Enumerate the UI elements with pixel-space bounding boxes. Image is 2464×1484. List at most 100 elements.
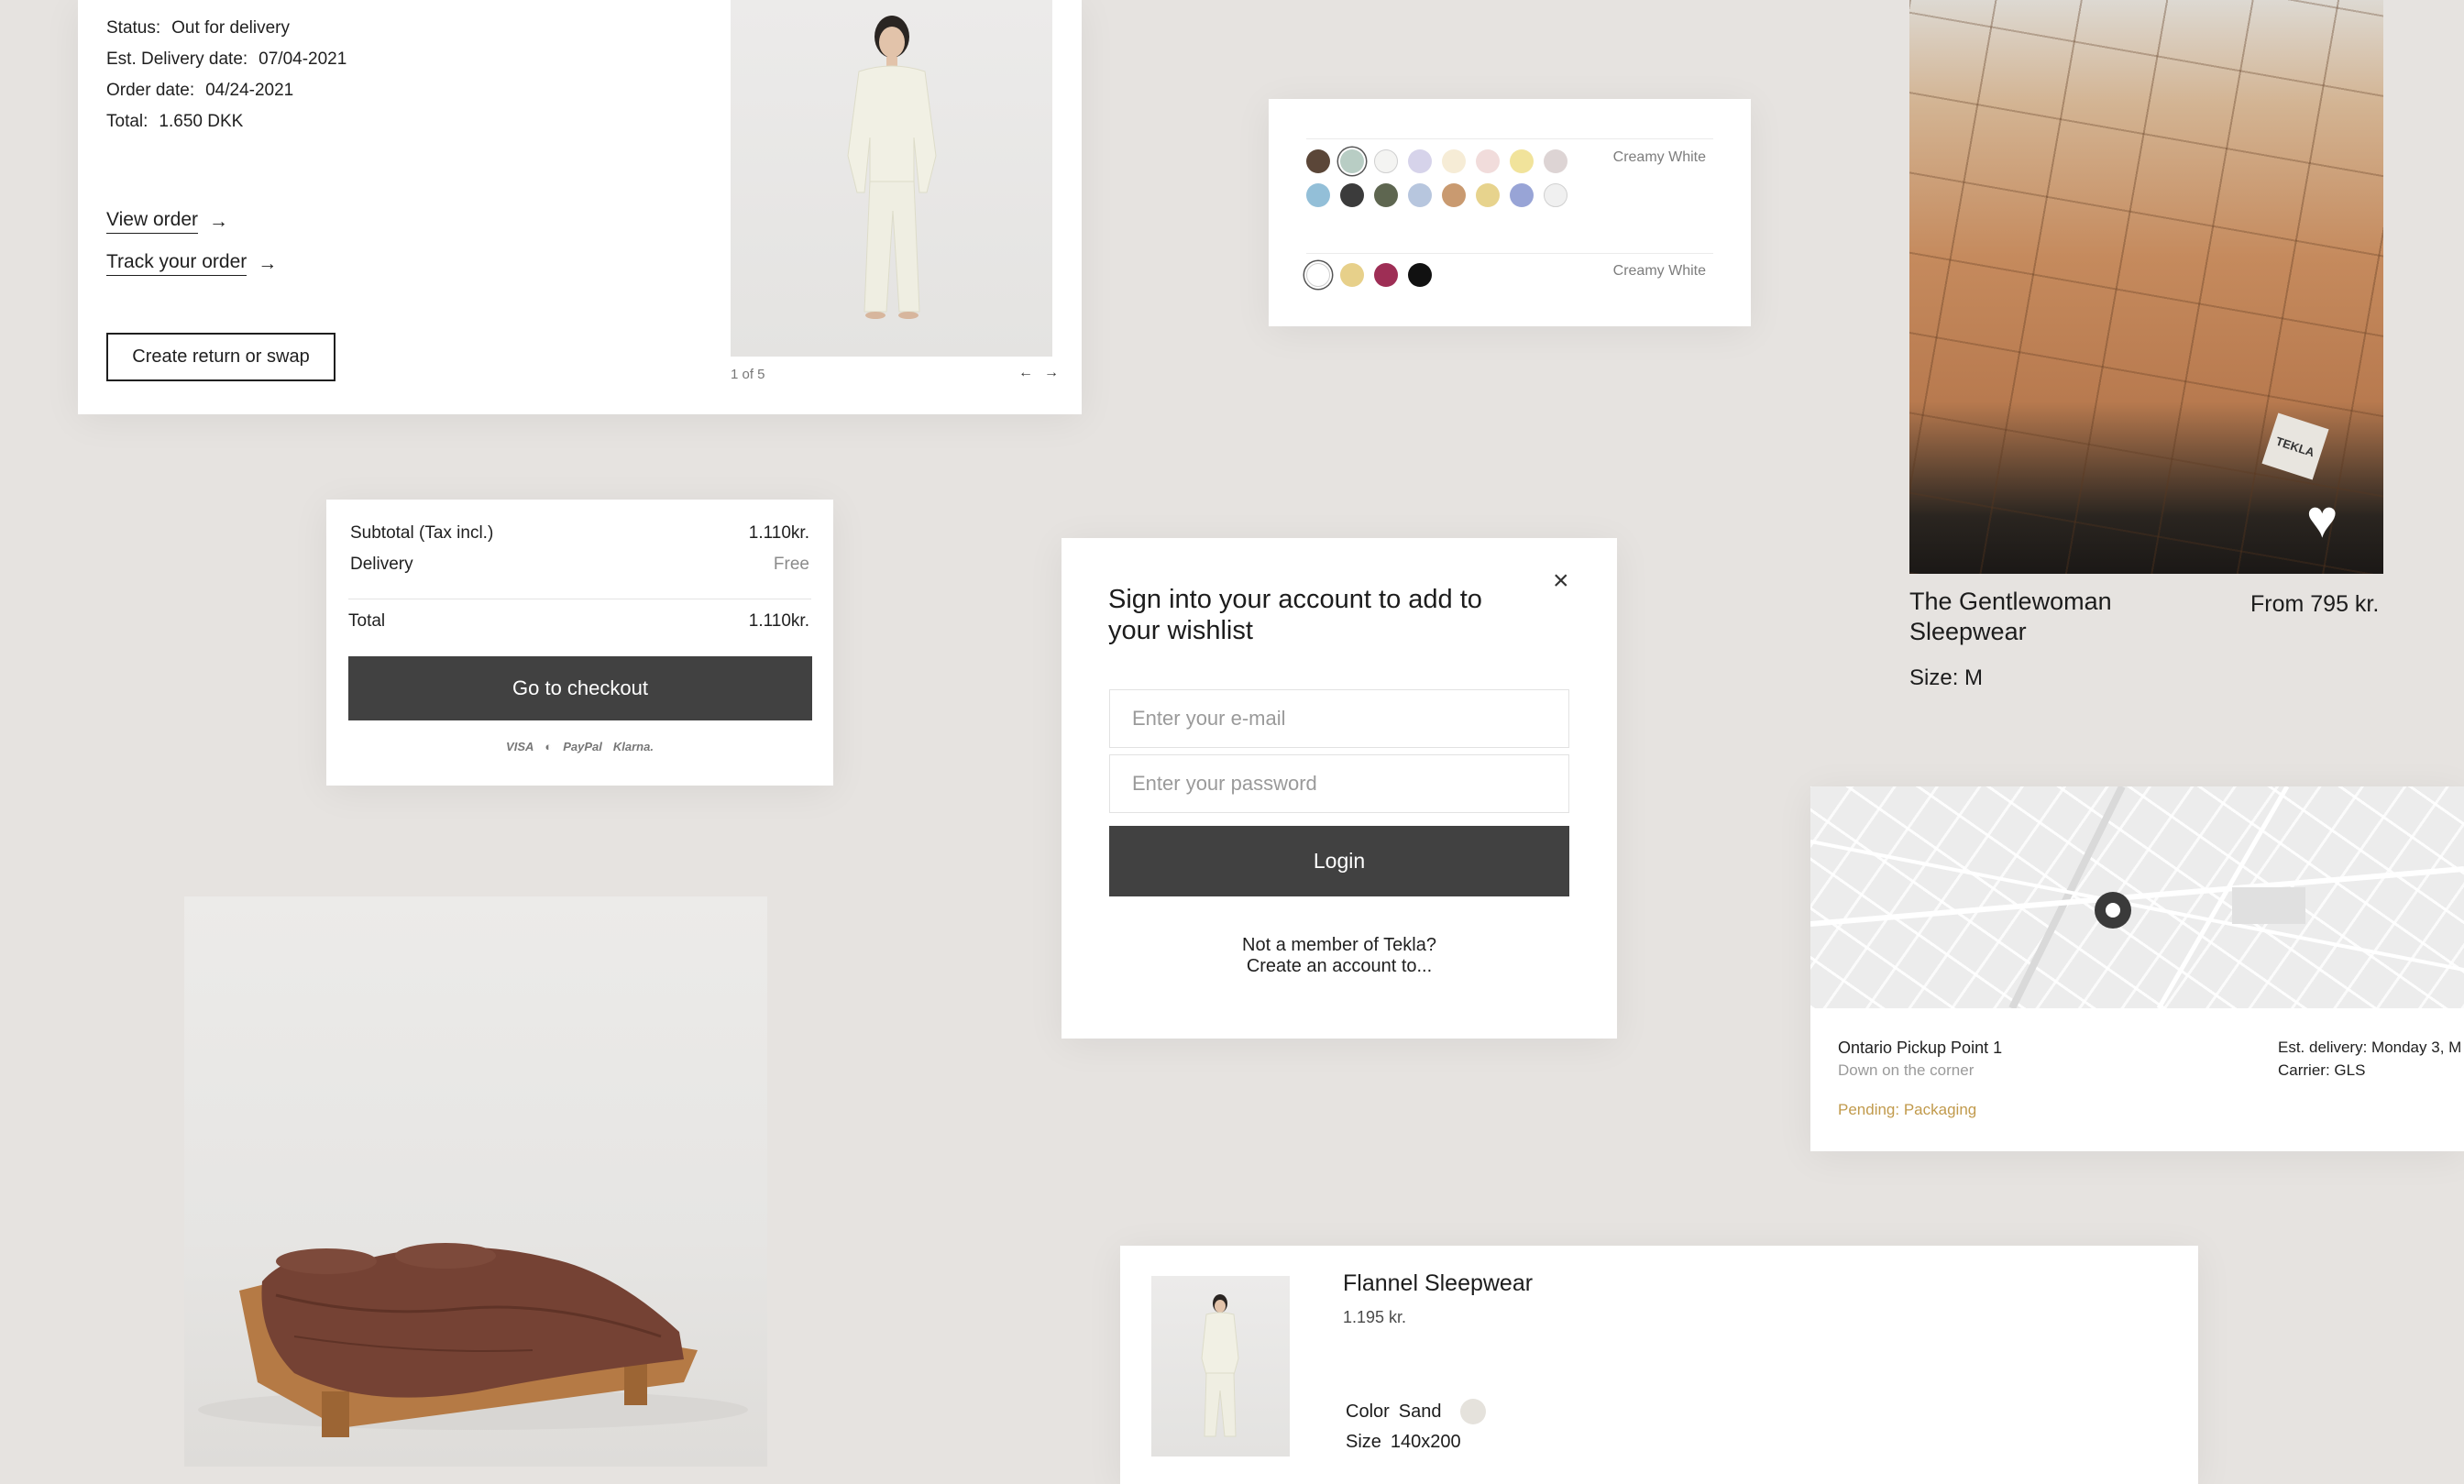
klarna-logo: Klarna.	[612, 740, 654, 753]
order-status-value: Out for delivery	[171, 18, 290, 38]
order-date-value: 04/24-2021	[205, 81, 294, 100]
order-total-label: Total:	[106, 112, 148, 131]
product-title[interactable]: The Gentlewoman Sleepwear	[1909, 587, 2184, 647]
close-icon[interactable]: ×	[1553, 567, 1569, 595]
color-swatch[interactable]	[1510, 149, 1534, 173]
order-total-value: 1.650 DKK	[159, 112, 244, 131]
variant-color-swatch[interactable]	[1306, 263, 1330, 287]
color-swatch[interactable]	[1340, 149, 1364, 173]
order-est-value: 07/04-2021	[258, 49, 347, 69]
order-status-card: Status: Out for delivery Est. Delivery da…	[78, 0, 1082, 414]
arrow-left-icon[interactable]: ←	[1018, 365, 1033, 381]
color-swatch[interactable]	[1306, 149, 1330, 173]
mastercard-logo: ◐	[544, 740, 553, 753]
variant-color-swatch[interactable]	[1374, 263, 1398, 287]
color-swatch-dot	[1459, 1399, 1486, 1424]
total-row: Total 1.110kr.	[348, 611, 809, 632]
track-order-link[interactable]: Track your order →	[106, 251, 277, 276]
color-swatch[interactable]	[1544, 183, 1568, 207]
pickup-status: Pending: Packaging	[1838, 1101, 1977, 1118]
bed-illustration	[198, 1243, 748, 1437]
arrow-right-icon[interactable]: →	[1044, 365, 1059, 381]
pickup-est-delivery: Est. delivery: Monday 3, M	[2278, 1039, 2462, 1056]
color-swatch[interactable]	[1408, 183, 1432, 207]
delivery-row: Delivery Free	[350, 555, 809, 575]
login-button[interactable]: Login	[1109, 826, 1569, 896]
subtotal-label: Subtotal (Tax incl.)	[350, 523, 494, 543]
color-swatch[interactable]	[1408, 149, 1432, 173]
visa-logo: VISA	[506, 740, 534, 753]
color-swatch-card: Creamy White Creamy White	[1269, 99, 1751, 326]
not-member-text: Not a member of Tekla?	[1242, 935, 1436, 955]
view-order-link[interactable]: View order →	[106, 209, 228, 234]
create-account-link[interactable]: Create an account to...	[1062, 956, 1617, 977]
swatch-divider-top	[1306, 138, 1713, 139]
color-value: Sand	[1398, 1401, 1442, 1422]
cart-item-thumbnail[interactable]	[1151, 1276, 1290, 1457]
color-swatch[interactable]	[1374, 183, 1398, 207]
wishlist-heart-icon[interactable]: ♥	[2306, 493, 2338, 546]
subtotal-row: Subtotal (Tax incl.) 1.110kr.	[350, 523, 809, 544]
image-pager-arrows: ← →	[1018, 365, 1059, 381]
order-est-line: Est. Delivery date: 07/04-2021	[106, 49, 346, 70]
cart-item-size: Size 140x200	[1346, 1432, 1461, 1453]
order-total-line: Total: 1.650 DKK	[106, 112, 243, 132]
color-swatch[interactable]	[1510, 183, 1534, 207]
total-value: 1.110kr.	[748, 611, 809, 631]
track-order-label: Track your order	[106, 251, 248, 276]
swatch-divider-mid	[1306, 253, 1713, 254]
color-swatch[interactable]	[1374, 149, 1398, 173]
product-size: Size: M	[1909, 665, 1984, 690]
cart-item-title[interactable]: Flannel Sleepwear	[1343, 1270, 1533, 1297]
pickup-point-name: Ontario Pickup Point 1	[1838, 1039, 2003, 1057]
order-summary-card: Subtotal (Tax incl.) 1.110kr. Delivery F…	[326, 500, 833, 786]
order-status-label: Status:	[106, 18, 161, 38]
color-swatch[interactable]	[1442, 149, 1466, 173]
color-swatch[interactable]	[1442, 183, 1466, 207]
payment-logos: VISA ◐ PayPal Klarna.	[326, 740, 833, 753]
cart-item-card: Flannel Sleepwear 1.195 kr. Color Sand S…	[1120, 1246, 2198, 1484]
variant-color-swatch[interactable]	[1340, 263, 1364, 287]
map-roads	[1810, 786, 2464, 1010]
thumbnail-figure-illustration	[1201, 1294, 1239, 1437]
variant-color-swatch[interactable]	[1408, 263, 1432, 287]
color-swatch[interactable]	[1544, 149, 1568, 173]
swatch-selected-label-2: Creamy White	[1612, 263, 1706, 279]
modal-title: Sign into your account to add to your wi…	[1108, 585, 1482, 645]
arrow-right-icon: →	[209, 210, 228, 232]
bed-product-image[interactable]	[184, 896, 767, 1467]
swatch-selected-label: Creamy White	[1612, 149, 1706, 165]
pickup-point-subtitle: Down on the corner	[1838, 1061, 1974, 1079]
color-swatch[interactable]	[1340, 183, 1364, 207]
total-label: Total	[348, 611, 386, 631]
color-swatch[interactable]	[1306, 183, 1330, 207]
model-figure-illustration	[847, 16, 937, 319]
order-est-label: Est. Delivery date:	[106, 49, 248, 69]
order-date-label: Order date:	[106, 81, 195, 100]
size-value: 140x200	[1390, 1432, 1461, 1452]
login-modal: Sign into your account to add to your wi…	[1062, 538, 1617, 1039]
color-swatch[interactable]	[1476, 183, 1500, 207]
size-label: Size	[1346, 1432, 1381, 1452]
order-date-line: Order date: 04/24-2021	[106, 81, 293, 101]
checkout-button[interactable]: Go to checkout	[348, 656, 812, 720]
color-label: Color	[1346, 1401, 1390, 1422]
email-field[interactable]	[1109, 689, 1569, 748]
pickup-carrier: Carrier: GLS	[2278, 1061, 2366, 1079]
paypal-logo: PayPal	[563, 740, 602, 753]
arrow-right-icon: →	[258, 252, 278, 274]
view-order-label: View order	[106, 209, 198, 234]
delivery-label: Delivery	[350, 555, 413, 574]
password-field[interactable]	[1109, 754, 1569, 813]
pickup-point-card: Ontario Pickup Point 1 Down on the corne…	[1810, 786, 2464, 1151]
delivery-value: Free	[773, 555, 809, 574]
create-return-button[interactable]: Create return or swap	[106, 333, 336, 381]
subtotal-value: 1.110kr.	[748, 523, 809, 543]
image-pager-count: 1 of 5	[731, 367, 765, 382]
blanket-product-image[interactable]	[1909, 0, 2383, 574]
pickup-map[interactable]	[1810, 786, 2464, 1010]
order-status-line: Status: Out for delivery	[106, 18, 290, 38]
color-swatch[interactable]	[1476, 149, 1500, 173]
order-product-image	[731, 0, 1052, 357]
product-price: From 795 kr.	[2250, 591, 2380, 617]
